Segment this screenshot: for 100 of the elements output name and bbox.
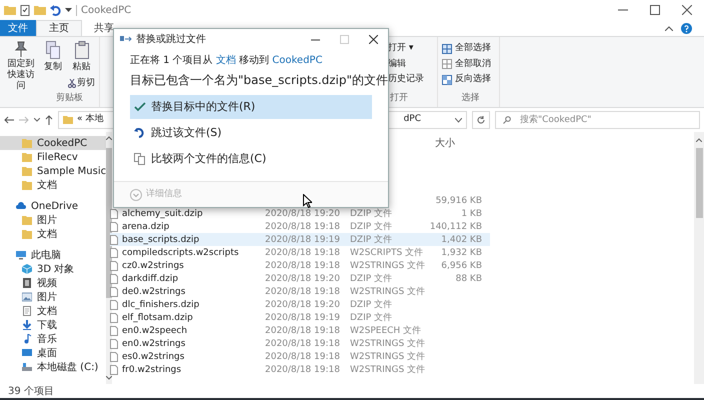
close-icon[interactable] — [682, 5, 692, 15]
folder-icon — [4, 5, 16, 15]
pin-to-quick-access-button[interactable]: 固定到快速访问 — [4, 59, 38, 92]
file-name: en0.w2speech — [122, 324, 188, 336]
nav-item[interactable]: 下载 — [0, 318, 106, 332]
file-type: DZIP 文件 — [350, 220, 394, 232]
nav-item[interactable]: 图片 — [0, 213, 106, 227]
dialog-option[interactable]: 替换目标中的文件(R) — [130, 95, 372, 119]
nav-item[interactable]: 3D 对象 — [0, 262, 106, 276]
file-date: 2020/8/18 19:18 — [265, 220, 341, 232]
ribbon-button[interactable]: 反向选择 — [455, 73, 491, 86]
nav-item[interactable]: 桌面 — [0, 346, 106, 360]
nav-item[interactable]: 本地磁盘 (C:) — [0, 360, 106, 374]
file-row[interactable]: elf_flotsam.dzip 2020/8/18 19:19 DZIP 文件 — [110, 311, 490, 324]
file-row[interactable]: compiledscripts.w2scripts 2020/8/18 19:18 W2SCRIPTS 文件 1,932 KB — [110, 246, 490, 259]
nav-item[interactable]: FileRecv — [0, 150, 106, 164]
scissors-icon[interactable] — [68, 78, 76, 88]
file-date: 2020/8/18 19:20 — [265, 272, 341, 284]
paste-button[interactable]: 粘贴 — [72, 61, 90, 74]
copy-button[interactable]: 复制 — [44, 61, 62, 74]
copy-icon[interactable] — [46, 41, 60, 59]
drive-icon — [22, 362, 32, 372]
clipboard-icon[interactable] — [74, 41, 88, 59]
nav-item[interactable]: Sample Music — [0, 164, 106, 178]
invert-selection-icon — [442, 74, 452, 85]
dialog-option[interactable]: 跳过该文件(S) — [130, 121, 372, 145]
scrollbar[interactable] — [694, 132, 704, 384]
scroll-down-icon[interactable] — [106, 376, 112, 380]
nav-item[interactable]: OneDrive — [0, 199, 106, 213]
documents-icon — [134, 153, 146, 165]
file-name: compiledscripts.w2scripts — [122, 246, 239, 258]
file-type: DZIP 文件 — [350, 208, 394, 220]
refresh-button[interactable] — [472, 111, 490, 129]
file-row[interactable]: cz0.w2strings 2020/8/18 19:18 W2STRINGS 文件 6,956 KB — [110, 259, 490, 272]
file-size: 1,402 KB — [440, 234, 482, 246]
file-type: DZIP 文件 — [350, 312, 394, 324]
file-row[interactable]: dlc_finishers.dzip 2020/8/18 19:20 DZIP 文件 — [110, 298, 490, 311]
help-icon[interactable] — [681, 22, 692, 34]
cut-button[interactable]: 剪切 — [77, 76, 95, 90]
file-row[interactable]: es0.w2strings 2020/8/18 19:18 W2STRINGS 文件 — [110, 350, 490, 363]
file-date: 2020/8/18 19:18 — [265, 260, 341, 272]
nav-item[interactable]: 文档 — [0, 227, 106, 241]
file-row[interactable]: en0.w2strings 2020/8/18 19:18 W2STRINGS 文件 — [110, 337, 490, 350]
dropdown-icon[interactable] — [455, 118, 462, 122]
up-arrow-icon[interactable] — [45, 115, 53, 125]
conflict-message: 目标已包含一个名为"base_scripts.dzip"的文件 — [129, 72, 388, 89]
nav-item[interactable]: 音乐 — [0, 332, 106, 346]
scrollbar-thumb[interactable] — [696, 148, 702, 218]
back-arrow-icon[interactable] — [4, 116, 14, 124]
file-row[interactable]: de0.w2strings 2020/8/18 19:18 W2STRINGS 文件 — [110, 285, 490, 298]
move-progress-text: 正在将 1 个项目从 文档 移动到 CookedPC — [129, 54, 324, 68]
cube-icon — [22, 264, 32, 274]
select-none-icon — [442, 59, 452, 70]
file-size: 1 KB — [460, 208, 482, 220]
scroll-up-icon[interactable] — [106, 136, 112, 140]
ribbon-button[interactable]: 全部取消 — [455, 58, 491, 71]
column-header[interactable]: 大小 — [435, 136, 455, 150]
file-date: 2020/8/18 19:18 — [265, 246, 341, 258]
pin-icon[interactable] — [14, 41, 28, 57]
file-row[interactable]: base_scripts.dzip 2020/8/18 19:19 DZIP 文件 1,402 KB — [110, 233, 490, 246]
file-row[interactable]: en0.w2speech 2020/8/18 19:18 W2SPEECH 文件 — [110, 324, 490, 337]
nav-item[interactable]: 视频 — [0, 276, 106, 290]
folder-icon — [63, 116, 73, 124]
file-row[interactable]: alchemy_suit.dzip 2020/8/18 19:20 DZIP 文件 1 KB — [110, 207, 490, 220]
ribbon-button[interactable]: 历史记录 — [388, 73, 424, 86]
file-name: darkdiff.dzip — [122, 272, 178, 284]
maximize-icon[interactable] — [650, 5, 660, 15]
nav-item[interactable]: CookedPC — [0, 136, 106, 150]
file-row[interactable]: darkdiff.dzip 2020/8/18 19:20 DZIP 文件 88 KB — [110, 272, 490, 285]
file-size: 59,916 KB — [434, 194, 482, 206]
close-icon[interactable] — [369, 34, 378, 44]
ribbon-tab[interactable]: 主页 — [36, 20, 82, 36]
properties-icon[interactable] — [20, 4, 30, 16]
group-label: 打开 — [389, 92, 409, 104]
file-name: alchemy_suit.dzip — [122, 208, 203, 220]
ribbon-tab[interactable]: 共享 — [82, 20, 126, 36]
group-label: 选择 — [460, 92, 480, 104]
file-row[interactable]: fr0.w2strings 2020/8/18 19:18 W2STRINGS 文件 — [110, 363, 490, 376]
address-path: dPC — [404, 113, 421, 126]
file-name: dlc_finishers.dzip — [122, 298, 200, 310]
nav-item[interactable]: 此电脑 — [0, 248, 106, 262]
file-name: fr0.w2strings — [122, 364, 182, 376]
undo-icon[interactable] — [50, 4, 61, 16]
collapse-ribbon-icon[interactable] — [665, 26, 673, 30]
file-row[interactable]: arena.dzip 2020/8/18 19:18 DZIP 文件 140,112 KB — [110, 220, 490, 233]
scroll-up-icon[interactable] — [696, 138, 702, 142]
file-size: 88 KB — [454, 272, 482, 284]
dialog-option[interactable]: 比较两个文件的信息(C) — [130, 147, 372, 171]
recent-dropdown-icon[interactable] — [34, 118, 40, 122]
skip-arrow-icon — [134, 127, 146, 139]
dropdown-icon[interactable] — [65, 8, 72, 12]
music-note-icon — [22, 334, 32, 344]
nav-item[interactable]: 文档 — [0, 178, 106, 192]
file-date: 2020/8/18 19:18 — [265, 338, 341, 350]
nav-item[interactable]: 文档 — [0, 304, 106, 318]
search-field[interactable]: 搜索"CookedPC" — [495, 111, 700, 129]
ribbon-tab[interactable]: 文件 — [0, 20, 36, 36]
nav-item[interactable]: 图片 — [0, 290, 106, 304]
file-name: arena.dzip — [122, 220, 170, 232]
ribbon-button[interactable]: 全部选择 — [455, 42, 491, 56]
